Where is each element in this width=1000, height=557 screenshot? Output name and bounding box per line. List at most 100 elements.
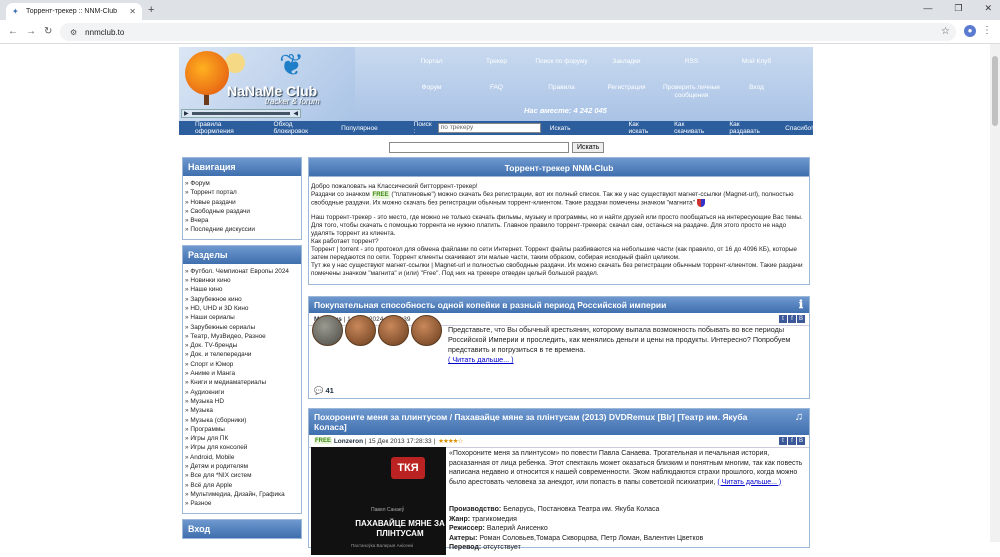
nav-item[interactable]: Последние дискуссии [185,225,299,234]
section-item[interactable]: Мультимедиа, Дизайн, Графика [185,490,299,499]
menu-forum[interactable]: Форум [399,84,464,100]
section-item[interactable]: Всё для Apple [185,481,299,490]
section-item[interactable]: Музыка [185,406,299,415]
menu-register[interactable]: Регистрация [594,84,659,100]
section-item[interactable]: Зарубежные сериалы [185,323,299,332]
section-item[interactable]: Книги и медиаматериалы [185,378,299,387]
link-thanks[interactable]: Спасибо! [785,125,813,132]
menu-login[interactable]: Вход [724,84,789,100]
link-rules-formatting[interactable]: Правила оформления [195,121,258,135]
section-item[interactable]: Футбол. Чемпионат Европы 2024 [185,267,299,276]
share-facebook-icon[interactable]: f [788,315,796,323]
seek-bar[interactable] [191,112,291,115]
reload-icon[interactable]: ↻ [44,26,52,37]
link-how-share[interactable]: Как раздавать [729,121,769,135]
tab-title: Торрент-трекер :: NNM-Club [26,8,118,15]
tracker-search-input[interactable]: по трекеру [437,123,541,133]
news-item: Похороните меня за плинтусом / Пахавайце… [308,408,810,555]
section-item[interactable]: Док. и телепередачи [185,350,299,359]
minimize-icon[interactable]: — [923,3,932,14]
section-item[interactable]: Детям и родителям [185,462,299,471]
read-more-link[interactable]: ( Читать дальше... ) [448,355,514,364]
poster-image: ТКЯ Павел Санаеў ПАХАВАЙЦЕ МЯНЕ ЗА ПЛІНТ… [311,447,446,555]
section-item[interactable]: Аудиокниги [185,388,299,397]
page-scrollbar[interactable] [990,44,1000,542]
section-item[interactable]: HD, UHD и 3D Кино [185,304,299,313]
section-item[interactable]: Док. TV-бренды [185,341,299,350]
section-item[interactable]: Программы [185,425,299,434]
maximize-icon[interactable]: ❐ [954,3,962,14]
menu-forum-search[interactable]: Поиск по форуму [529,58,594,74]
share-vk-icon[interactable]: B [797,315,805,323]
news-title[interactable]: Покупательная способность одной копейки … [309,297,809,313]
section-item[interactable]: Музыка (сборники) [185,416,299,425]
close-window-icon[interactable]: ✕ [984,3,992,14]
global-search-input[interactable] [389,142,569,153]
comments-count[interactable]: 💬 41 [314,386,334,395]
volume-icon[interactable]: ◀ [293,110,298,117]
section-item[interactable]: Игры для ПК [185,434,299,443]
share-twitter-icon[interactable]: t [779,437,787,445]
site-info-icon[interactable]: ⚙ [70,28,77,37]
link-bypass[interactable]: Обход блокировок [274,121,326,135]
link-how-search[interactable]: Как искать [629,121,659,135]
section-item[interactable]: Зарубежное кино [185,295,299,304]
nav-item[interactable]: Новые раздачи [185,198,299,207]
bookmark-star-icon[interactable]: ☆ [941,26,950,37]
back-icon[interactable]: ← [8,26,18,37]
welcome-text: Добро пожаловать на Классический битторр… [308,177,810,285]
free-badge: FREE [371,191,390,199]
news-title[interactable]: Похороните меня за плинтусом / Пахавайце… [309,409,809,435]
nav-item[interactable]: Вчера [185,216,299,225]
section-item[interactable]: Android, Mobile [185,453,299,462]
share-twitter-icon[interactable]: t [779,315,787,323]
section-item[interactable]: Разное [185,499,299,508]
read-more-link[interactable]: ( Читать дальше... ) [717,479,781,486]
section-item[interactable]: Музыка HD [185,397,299,406]
browser-tab[interactable]: ✦ Торрент-трекер :: NNM-Club ✕ [6,3,142,20]
sub-navigation: Правила оформления Обход блокировок Попу… [179,121,813,135]
nav-item[interactable]: Свободные раздачи [185,207,299,216]
site-logo[interactable]: ❦ NaNaMe Club tracker & forum ▶ ◀ [179,47,355,121]
section-item[interactable]: Аниме и Манга [185,369,299,378]
nav-item[interactable]: Форум [185,179,299,188]
link-popular[interactable]: Популярное [341,125,378,132]
section-item[interactable]: Все для *NIX систем [185,471,299,480]
coins-image [312,315,442,346]
share-facebook-icon[interactable]: f [788,437,796,445]
site-header: ❦ NaNaMe Club tracker & forum ▶ ◀ Портал… [179,47,813,121]
forward-icon[interactable]: → [26,26,36,37]
nav-item[interactable]: Торрент портал [185,188,299,197]
new-tab-icon[interactable]: + [148,4,154,16]
section-item[interactable]: Новинки кино [185,276,299,285]
close-icon[interactable]: ✕ [129,7,136,16]
navigation-list: ФорумТоррент порталНовые раздачиСвободны… [183,176,301,239]
link-how-download[interactable]: Как скачивать [674,121,713,135]
menu-tracker[interactable]: Трекер [464,58,529,74]
menu-rss[interactable]: RSS [659,58,724,74]
butterfly-logo-icon: ❦ [279,49,305,82]
section-item[interactable]: Игры для консолей [185,443,299,452]
section-item[interactable]: Наши сериалы [185,313,299,322]
global-search-button[interactable]: Искать [572,142,605,153]
url-field[interactable]: ⚙ nnmclub.to [60,23,956,41]
welcome-line: Как работает торрент? [311,237,379,245]
menu-rules[interactable]: Правила [529,84,594,100]
section-item[interactable]: Театр, МузВидео, Разное [185,332,299,341]
share-vk-icon[interactable]: B [797,437,805,445]
menu-faq[interactable]: FAQ [464,84,529,100]
menu-portal[interactable]: Портал [399,58,464,74]
profile-icon[interactable]: ● [964,25,976,37]
news-author[interactable]: Lonzeron [334,438,363,445]
section-item[interactable]: Спорт и Юмор [185,360,299,369]
menu-my-club[interactable]: Мой Клуб [724,58,789,74]
audio-player[interactable]: ▶ ◀ [181,109,301,118]
browser-tabbar: ✦ Торрент-трекер :: NNM-Club ✕ + — ❐ ✕ [0,0,1000,20]
menu-icon[interactable]: ⋮ [982,25,992,36]
menu-check-pm[interactable]: Проверить личные сообщения [659,84,724,100]
info-icon: ℹ [798,299,803,311]
play-icon[interactable]: ▶ [184,110,189,117]
tracker-search-button[interactable]: Искать [550,125,571,132]
menu-bookmarks[interactable]: Закладки [594,58,659,74]
section-item[interactable]: Наше кино [185,285,299,294]
